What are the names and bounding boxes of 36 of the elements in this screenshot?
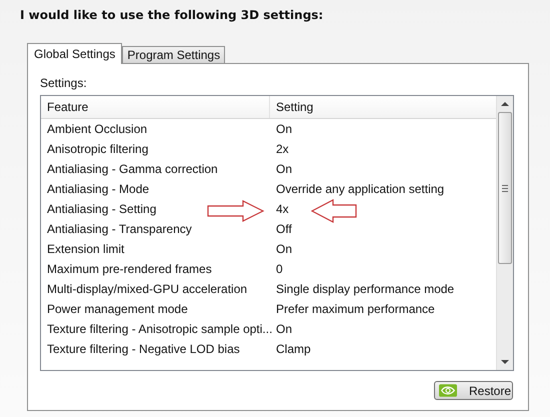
scroll-thumb[interactable] — [498, 112, 512, 264]
settings-label: Settings: — [40, 75, 88, 92]
setting-cell[interactable]: 0 — [276, 262, 283, 276]
setting-cell[interactable]: Override any application setting — [276, 182, 444, 196]
restore-button[interactable]: Restore — [434, 381, 513, 400]
scrollbar[interactable] — [496, 96, 513, 370]
feature-cell[interactable]: Antialiasing - Gamma correction — [47, 162, 218, 176]
setting-cell[interactable]: On — [276, 122, 292, 136]
feature-cell[interactable]: Multi-display/mixed-GPU acceleration — [47, 282, 248, 296]
setting-cell[interactable]: On — [276, 162, 292, 176]
tab[interactable]: Global Settings — [27, 43, 122, 64]
heading: I would like to use the following 3D settings: — [20, 7, 324, 24]
setting-cell[interactable]: On — [276, 242, 292, 256]
feature-cell[interactable]: Ambient Occlusion — [47, 122, 148, 136]
feature-cell[interactable]: Power management mode — [47, 302, 188, 316]
setting-cell[interactable]: 4x — [276, 202, 289, 216]
arrow-drawing — [207, 200, 265, 222]
tab[interactable]: Program Settings — [122, 46, 226, 63]
feature-cell[interactable]: Antialiasing - Transparency — [47, 222, 192, 236]
setting-cell[interactable]: Off — [276, 222, 292, 236]
feature-cell[interactable]: Antialiasing - Mode — [47, 182, 150, 196]
setting-cell[interactable]: Prefer maximum performance — [276, 302, 435, 316]
feature-cell[interactable]: Anisotropic filtering — [47, 142, 148, 156]
feature-cell[interactable]: Texture filtering - Anisotropic sample opti... — [47, 322, 272, 336]
setting-cell[interactable]: 2x — [276, 142, 289, 156]
setting-cell[interactable]: On — [276, 322, 292, 336]
feature-cell[interactable]: Maximum pre-rendered frames — [47, 262, 212, 276]
feature-cell[interactable]: Texture filtering - Negative LOD bias — [47, 342, 240, 356]
setting-cell[interactable]: Clamp — [276, 342, 311, 356]
setting-cell[interactable]: Single display performance mode — [276, 282, 454, 296]
feature-cell[interactable]: Extension limit — [47, 242, 124, 256]
feature-cell[interactable]: Antialiasing - Setting — [47, 202, 156, 216]
column-header[interactable]: Setting — [270, 96, 496, 118]
eye-logo-icon — [439, 384, 457, 397]
column-header[interactable]: Feature — [41, 96, 270, 118]
arrow-drawing — [311, 199, 357, 223]
